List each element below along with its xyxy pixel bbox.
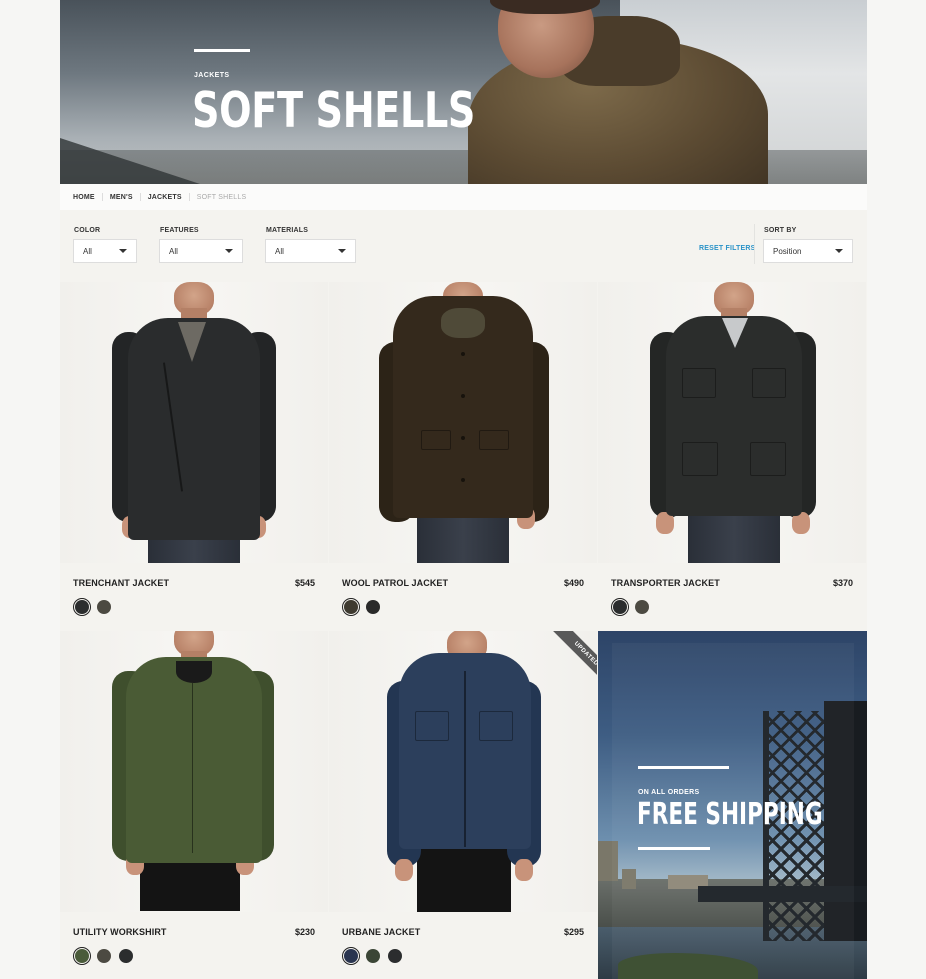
swatch-dot (366, 949, 380, 963)
product-card[interactable]: UPDATED URBANE JACKET $295 (329, 631, 597, 979)
swatch-dot (613, 600, 627, 614)
color-swatch[interactable] (386, 947, 404, 965)
product-name[interactable]: UTILITY WORKSHIRT (73, 927, 167, 937)
color-swatches (611, 598, 651, 616)
product-name[interactable]: TRENCHANT JACKET (73, 578, 169, 588)
hero-banner: JACKETS SOFT SHELLS (60, 0, 867, 184)
color-swatch[interactable] (364, 598, 382, 616)
jacket-body (126, 657, 262, 863)
product-image[interactable] (60, 282, 328, 563)
product-name[interactable]: WOOL PATROL JACKET (342, 578, 448, 588)
color-swatches (342, 598, 382, 616)
materials-filter-label: MATERIALS (266, 227, 309, 234)
color-swatch[interactable] (342, 598, 360, 616)
breadcrumb-mens[interactable]: MEN'S (110, 194, 133, 201)
features-filter-label: FEATURES (160, 227, 199, 234)
features-filter-value: All (169, 246, 178, 256)
product-image[interactable] (60, 631, 328, 912)
product-price: $490 (563, 578, 584, 588)
updated-badge: UPDATED (537, 631, 597, 691)
swatch-dot (119, 949, 133, 963)
color-filter-label: COLOR (74, 227, 101, 234)
color-swatch[interactable] (73, 947, 91, 965)
product-card[interactable]: TRENCHANT JACKET $545 (60, 282, 328, 631)
product-name[interactable]: TRANSPORTER JACKET (611, 578, 720, 588)
product-card[interactable]: WOOL PATROL JACKET $490 (329, 282, 597, 631)
product-price: $230 (294, 927, 315, 937)
product-card[interactable]: UTILITY WORKSHIRT $230 (60, 631, 328, 979)
features-filter-select[interactable]: All (159, 239, 243, 263)
chevron-down-icon (338, 249, 346, 253)
color-swatches (73, 598, 113, 616)
hero-category: JACKETS (194, 72, 230, 79)
color-swatch[interactable] (633, 598, 651, 616)
breadcrumb-jackets[interactable]: JACKETS (148, 194, 182, 201)
chevron-down-icon (119, 249, 127, 253)
chevron-down-icon (835, 249, 843, 253)
product-image[interactable] (329, 282, 597, 563)
swatch-dot (366, 600, 380, 614)
color-swatch[interactable] (364, 947, 382, 965)
color-filter-value: All (83, 246, 92, 256)
sort-label: SORT BY (764, 227, 797, 234)
promo-title: FREE SHIPPING (637, 797, 823, 832)
product-name[interactable]: URBANE JACKET (342, 927, 420, 937)
swatch-dot (75, 949, 89, 963)
page-title: SOFT SHELLS (192, 82, 476, 139)
product-card[interactable]: TRANSPORTER JACKET $370 (598, 282, 866, 631)
sort-select[interactable]: Position (763, 239, 853, 263)
color-swatch[interactable] (73, 598, 91, 616)
breadcrumb-home[interactable]: HOME (73, 194, 95, 201)
product-price: $295 (563, 927, 584, 937)
hero-rule (194, 49, 250, 52)
swatch-dot (344, 600, 358, 614)
jacket-body (666, 316, 802, 516)
swatch-dot (344, 949, 358, 963)
color-swatch[interactable] (342, 947, 360, 965)
updated-badge-label: UPDATED (549, 631, 597, 691)
product-price: $545 (294, 578, 315, 588)
materials-filter-select[interactable]: All (265, 239, 356, 263)
materials-filter-value: All (275, 246, 284, 256)
color-swatch[interactable] (95, 947, 113, 965)
product-image[interactable] (598, 282, 866, 563)
swatch-dot (97, 600, 111, 614)
promo-subtitle: ON ALL ORDERS (638, 789, 700, 796)
product-price: $370 (832, 578, 853, 588)
breadcrumb: HOME MEN'S JACKETS SOFT SHELLS (60, 184, 867, 210)
color-swatch[interactable] (95, 598, 113, 616)
color-filter-select[interactable]: All (73, 239, 137, 263)
swatch-dot (635, 600, 649, 614)
color-swatch[interactable] (117, 947, 135, 965)
free-shipping-promo[interactable]: ON ALL ORDERS FREE SHIPPING (598, 631, 867, 979)
swatch-dot (97, 949, 111, 963)
swatch-dot (75, 600, 89, 614)
breadcrumb-current: SOFT SHELLS (196, 193, 247, 201)
chevron-down-icon (225, 249, 233, 253)
page-container: JACKETS SOFT SHELLS HOME MEN'S JACKETS S… (60, 0, 867, 979)
sort-value: Position (773, 246, 802, 256)
color-swatch[interactable] (611, 598, 629, 616)
color-swatches (73, 947, 135, 965)
filter-bar: COLOR All FEATURES All MATERIALS All RES… (60, 210, 867, 282)
color-swatches (342, 947, 404, 965)
swatch-dot (388, 949, 402, 963)
divider (754, 224, 755, 264)
reset-filters-link[interactable]: RESET FILTERS (699, 245, 756, 252)
